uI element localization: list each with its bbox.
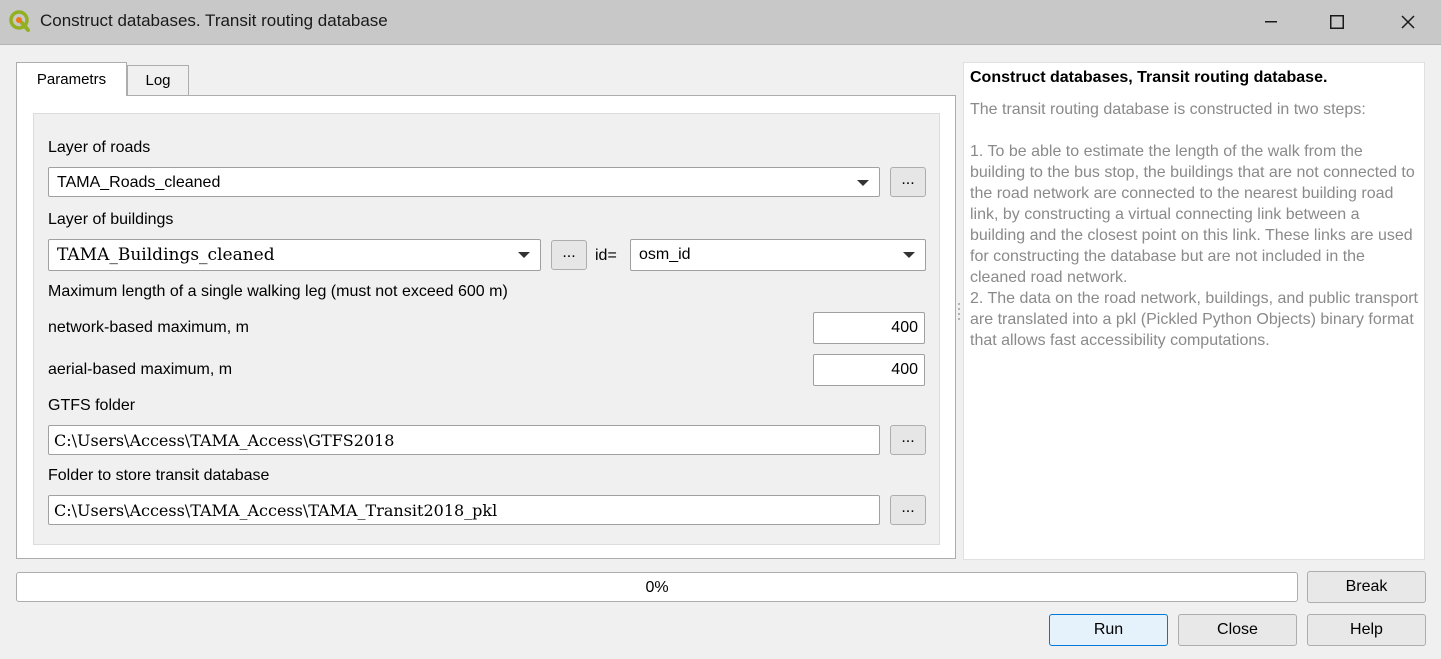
help-step-1: 1. To be able to estimate the length of … <box>970 143 1415 286</box>
output-folder-input[interactable]: C:\Users\Access\TAMA_Access\TAMA_Transit… <box>48 495 880 525</box>
qgis-icon <box>9 10 31 32</box>
parameters-group: Layer of roads TAMA_Roads_cleaned ... La… <box>33 113 940 545</box>
help-button[interactable]: Help <box>1307 614 1426 646</box>
minimize-icon <box>1265 21 1277 23</box>
close-icon <box>1401 15 1415 29</box>
chevron-down-icon <box>903 252 915 258</box>
break-button[interactable]: Break <box>1307 571 1426 603</box>
buildings-browse-button[interactable]: ... <box>551 240 587 270</box>
maximize-icon <box>1330 15 1344 29</box>
tab-log-label: Log <box>145 72 171 89</box>
tab-log[interactable]: Log <box>127 65 189 95</box>
aerial-max-value: 400 <box>891 361 918 378</box>
roads-browse-button[interactable]: ... <box>890 167 926 197</box>
help-intro: The transit routing database is construc… <box>970 101 1366 118</box>
network-max-value: 400 <box>891 319 918 336</box>
walking-leg-label: Maximum length of a single walking leg (… <box>48 283 508 300</box>
roads-layer-value: TAMA_Roads_cleaned <box>57 174 221 191</box>
network-max-label: network-based maximum, m <box>48 319 249 336</box>
aerial-max-input[interactable]: 400 <box>813 354 925 386</box>
parameters-pane: Layer of roads TAMA_Roads_cleaned ... La… <box>16 95 956 559</box>
id-field-value: osm_id <box>639 246 691 263</box>
run-button[interactable]: Run <box>1049 614 1168 646</box>
close-window-button[interactable] <box>1373 0 1441 44</box>
minimize-button[interactable] <box>1236 0 1306 44</box>
splitter-handle-icon[interactable] <box>957 302 961 324</box>
gtfs-folder-label: GTFS folder <box>48 397 136 414</box>
buildings-layer-value: TAMA_Buildings_cleaned <box>57 245 275 265</box>
title-bar: Construct databases. Transit routing dat… <box>0 0 1441 45</box>
id-field-select[interactable]: osm_id <box>630 239 926 271</box>
chevron-down-icon <box>857 180 869 186</box>
output-browse-button[interactable]: ... <box>890 495 926 525</box>
window-title: Construct databases. Transit routing dat… <box>40 11 388 30</box>
help-title: Construct databases, Transit routing dat… <box>970 69 1328 86</box>
output-folder-label: Folder to store transit database <box>48 467 270 484</box>
progress-text: 0% <box>645 579 669 596</box>
gtfs-browse-button[interactable]: ... <box>890 425 926 455</box>
output-folder-value: C:\Users\Access\TAMA_Access\TAMA_Transit… <box>54 501 498 520</box>
id-label: id= <box>595 247 617 264</box>
progress-bar: 0% <box>16 572 1298 602</box>
help-step-2: 2. The data on the road network, buildin… <box>970 290 1418 349</box>
buildings-label: Layer of buildings <box>48 211 174 228</box>
network-max-input[interactable]: 400 <box>813 312 925 344</box>
tab-parametrs-label: Parametrs <box>36 71 107 88</box>
aerial-max-label: aerial-based maximum, m <box>48 361 233 378</box>
tab-parametrs[interactable]: Parametrs <box>16 62 127 96</box>
roads-label: Layer of roads <box>48 139 151 156</box>
maximize-button[interactable] <box>1302 0 1372 44</box>
help-panel: Construct databases, Transit routing dat… <box>963 62 1425 560</box>
close-button[interactable]: Close <box>1178 614 1297 646</box>
roads-layer-select[interactable]: TAMA_Roads_cleaned <box>48 167 880 197</box>
buildings-layer-select[interactable]: TAMA_Buildings_cleaned <box>48 239 541 271</box>
gtfs-folder-value: C:\Users\Access\TAMA_Access\GTFS2018 <box>54 431 395 450</box>
chevron-down-icon <box>518 252 530 258</box>
gtfs-folder-input[interactable]: C:\Users\Access\TAMA_Access\GTFS2018 <box>48 425 880 455</box>
